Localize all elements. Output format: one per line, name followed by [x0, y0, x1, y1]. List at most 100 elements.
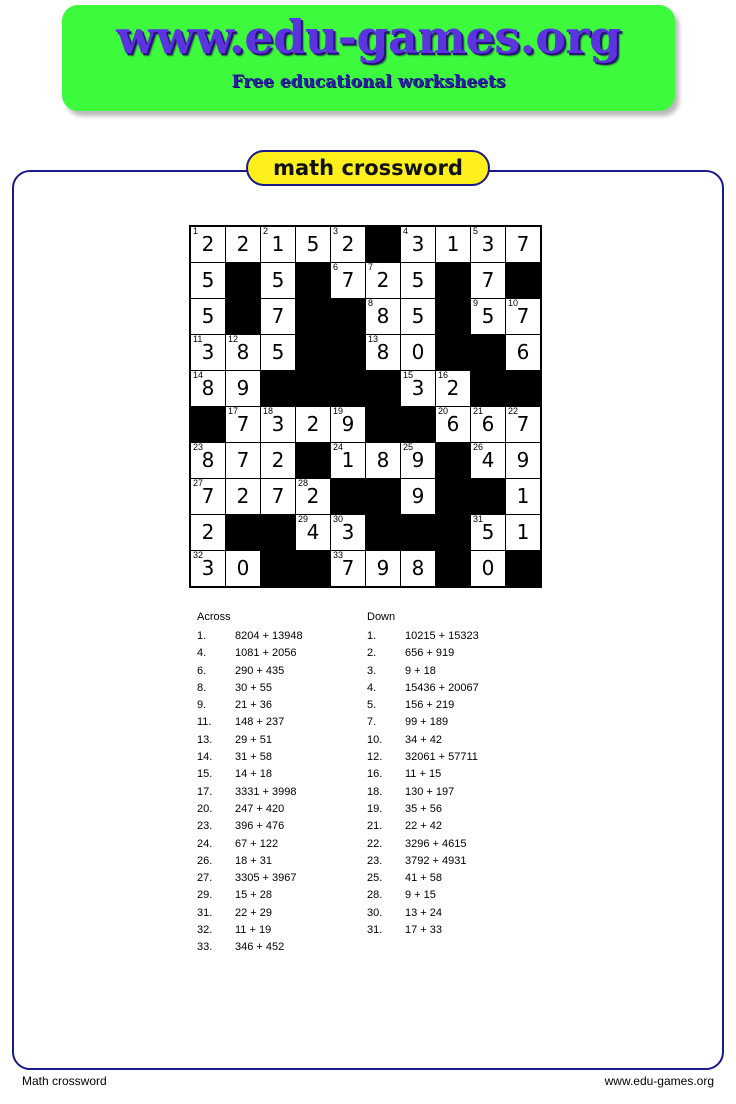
crossword-cell[interactable]: 5 — [400, 298, 436, 335]
crossword-cell[interactable]: 32 — [330, 226, 366, 263]
crossword-cell-value: 5 — [411, 304, 425, 328]
crossword-cell[interactable]: 21 — [260, 226, 296, 263]
crossword-block-cell — [400, 514, 436, 551]
crossword-cell[interactable]: 13 8 — [365, 334, 401, 371]
crossword-cell[interactable]: 9 — [505, 442, 541, 479]
crossword-block-cell — [435, 478, 471, 515]
clue-number: 30. — [367, 906, 383, 919]
crossword-grid[interactable]: 1 2 2 2 1 5 3 2 4 3 1 5 3 7 5 5 6 7 7 2 5 7 5 7 8 8 5 9 5 10 7 11 3 12 8 5 1… — [189, 225, 542, 588]
crossword-cell[interactable]: 25 9 — [400, 442, 436, 479]
crossword-cell[interactable]: 31 5 — [470, 514, 506, 551]
crossword-cell-number: 28 — [298, 478, 309, 488]
crossword-cell-value: 7 — [271, 484, 285, 508]
crossword-cell[interactable]: 2 — [190, 514, 226, 551]
crossword-cell[interactable]: 5 — [190, 262, 226, 299]
crossword-cell[interactable]: 5 — [260, 262, 296, 299]
crossword-block-cell — [260, 370, 296, 407]
crossword-cell[interactable]: 24 1 — [330, 442, 366, 479]
crossword-cell[interactable]: 14 8 — [190, 370, 226, 407]
crossword-cell[interactable]: 88 — [365, 298, 401, 335]
crossword-row: 5 7 8 8 5 9 5 10 7 — [190, 298, 541, 335]
crossword-cell[interactable]: 43 — [400, 226, 436, 263]
clue-number: 31. — [197, 906, 213, 919]
crossword-cell[interactable]: 7 — [225, 442, 261, 479]
crossword-block-cell — [260, 514, 296, 551]
crossword-cell[interactable]: 2 — [260, 442, 296, 479]
clue-number: 28. — [367, 889, 383, 902]
crossword-cell[interactable]: 7 — [260, 298, 296, 335]
crossword-cell[interactable]: 0 — [470, 550, 506, 587]
clue-text: 10215 + 15323 — [405, 630, 479, 642]
crossword-cell[interactable]: 20 6 — [435, 406, 471, 443]
clue-text: 15436 + 20067 — [405, 681, 479, 694]
crossword-cell[interactable]: 16 2 — [435, 370, 471, 407]
crossword-cell[interactable]: 9 — [225, 370, 261, 407]
crossword-cell[interactable]: 23 8 — [190, 442, 226, 479]
crossword-row: 11 3 12 8 5 13 8 0 6 — [190, 334, 541, 371]
crossword-cell-number: 19 — [333, 406, 344, 416]
down-clue-item: 16. 11 + 15 — [367, 766, 567, 783]
crossword-cell[interactable]: 9 — [365, 550, 401, 587]
crossword-cell[interactable]: 30 3 — [330, 514, 366, 551]
crossword-cell[interactable]: 10 7 — [505, 298, 541, 335]
crossword-cell[interactable]: 33 7 — [330, 550, 366, 587]
crossword-cell[interactable]: 67 — [330, 262, 366, 299]
across-clue-item: 31. 22 + 29 — [197, 905, 367, 922]
crossword-cell[interactable]: 12 — [190, 226, 226, 263]
clue-text: 148 + 237 — [235, 716, 285, 729]
crossword-cell[interactable]: 2 — [225, 478, 261, 515]
crossword-cell-value: 2 — [236, 232, 250, 256]
crossword-cell[interactable]: 7 — [470, 262, 506, 299]
crossword-block-cell — [435, 550, 471, 587]
across-clue-item: 4. 1081 + 2056 — [197, 645, 367, 662]
crossword-cell[interactable]: 32 3 — [190, 550, 226, 587]
crossword-cell[interactable]: 27 7 — [190, 478, 226, 515]
crossword-cell[interactable]: 12 8 — [225, 334, 261, 371]
crossword-cell[interactable]: 28 2 — [295, 478, 331, 515]
crossword-cell[interactable]: 53 — [470, 226, 506, 263]
crossword-block-cell — [225, 262, 261, 299]
down-clue-item: 21. 22 + 42 — [367, 818, 567, 835]
crossword-cell-value: 2 — [271, 448, 285, 472]
crossword-cell[interactable]: 72 — [365, 262, 401, 299]
crossword-cell-number: 3 — [333, 226, 339, 236]
crossword-cell[interactable]: 5 — [260, 334, 296, 371]
crossword-cell[interactable]: 5 — [400, 262, 436, 299]
crossword-block-cell — [435, 334, 471, 371]
crossword-cell[interactable]: 95 — [470, 298, 506, 335]
crossword-cell[interactable]: 1 — [505, 514, 541, 551]
crossword-cell[interactable]: 1 — [505, 478, 541, 515]
crossword-cell[interactable]: 5 — [190, 298, 226, 335]
crossword-cell[interactable]: 6 — [505, 334, 541, 371]
crossword-cell[interactable]: 8 — [365, 442, 401, 479]
across-clue-item: 8. 30 + 55 — [197, 680, 367, 697]
crossword-cell[interactable]: 26 4 — [470, 442, 506, 479]
crossword-block-cell — [295, 262, 331, 299]
crossword-cell[interactable]: 15 3 — [400, 370, 436, 407]
crossword-cell[interactable]: 17 7 — [225, 406, 261, 443]
crossword-cell[interactable]: 21 6 — [470, 406, 506, 443]
crossword-cell[interactable]: 7 — [260, 478, 296, 515]
crossword-cell[interactable]: 11 3 — [190, 334, 226, 371]
crossword-cell[interactable]: 5 — [295, 226, 331, 263]
crossword-block-cell — [190, 406, 226, 443]
crossword-cell[interactable]: 0 — [400, 334, 436, 371]
down-heading: Down — [367, 611, 396, 623]
crossword-cell-number: 10 — [508, 298, 519, 308]
crossword-cell[interactable]: 8 — [400, 550, 436, 587]
clue-text: 67 + 122 — [235, 837, 279, 850]
crossword-cell[interactable]: 18 3 — [260, 406, 296, 443]
crossword-cell[interactable]: 22 7 — [505, 406, 541, 443]
crossword-cell[interactable]: 0 — [225, 550, 261, 587]
crossword-cell[interactable]: 2 — [295, 406, 331, 443]
crossword-cell[interactable]: 1 — [435, 226, 471, 263]
crossword-cell[interactable]: 2 — [225, 226, 261, 263]
crossword-cell[interactable]: 19 9 — [330, 406, 366, 443]
crossword-cell[interactable]: 9 — [400, 478, 436, 515]
down-clue-item: 5. 156 + 219 — [367, 697, 567, 714]
crossword-body: 1 2 2 2 1 5 3 2 4 3 1 5 3 7 5 5 6 7 7 2 5 7 5 7 8 8 5 9 5 10 7 11 3 12 8 5 1… — [190, 226, 541, 587]
crossword-cell[interactable]: 7 — [505, 226, 541, 263]
crossword-block-cell — [365, 370, 401, 407]
crossword-cell[interactable]: 29 4 — [295, 514, 331, 551]
crossword-cell-number: 9 — [473, 298, 479, 308]
